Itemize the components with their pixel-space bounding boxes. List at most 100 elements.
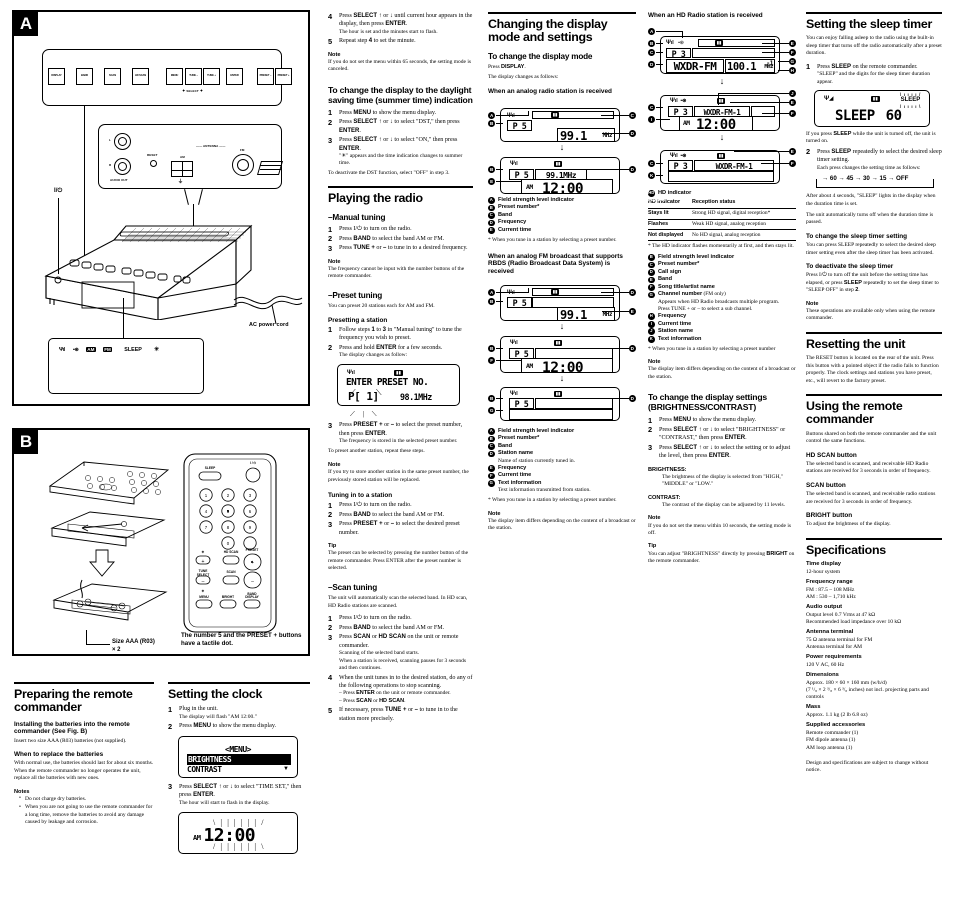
callout-d-rbds2: D [628,344,636,353]
button-tune-plus[interactable]: TUNE + [203,68,220,85]
tip-heading: Tip [648,543,657,550]
text-replace-batteries: With normal use, the batteries should la… [14,760,154,782]
list-item: 2 Press SELECT ↑ or ↓ to select "DST," th… [328,117,460,134]
callout-b2: B [488,165,496,174]
list-item: E Frequency [488,464,527,472]
heading-preparing-remote: Preparing the remote commander [14,687,133,715]
heading-installing-batteries: Installing the batteries into the remote… [14,720,130,736]
hd-legend: B Field strength level indicator C Preset … [648,254,796,343]
spec-value: AM loop antenna (1) [806,744,853,751]
list-item: 1 Press SLEEP on the remote commander. "S… [806,62,930,85]
button-preset-plus[interactable]: PRESET + [275,68,292,85]
specifications-list: Time display 12-hour system Frequency ra… [806,561,942,752]
button-band[interactable]: BAND [76,68,93,85]
column-5: Setting the sleep timer You can enjoy fa… [806,12,942,777]
note-text: If you try to store another station in t… [328,469,469,483]
list-item: 1 Press I/⏻ to turn on the radio. [328,500,412,510]
callout-line [496,301,503,302]
chain-arrow-icon: → [822,175,829,183]
list-item: B Preset number* [488,204,540,212]
list-item: 3 Press SELECT ↑ or ↓ to select the setti… [648,443,791,460]
hd-indicator-legend: HD indicator HD indicator [648,189,796,202]
remote-intro: Buttons shared on both the remote comman… [806,430,937,445]
field-strength-icon: Ψ◢ [824,94,834,102]
button-preset-minus[interactable]: PRESET – [257,68,274,85]
lcd-enter-preset: Ψıl ▮▮ ENTER PRESET NO. P[ 1] 98.1MHz ⟋ … [337,363,460,406]
list-item: 1 Press I/⏻ to turn on the radio. [328,224,412,234]
list-item: HD indicator HD indicator [648,189,692,202]
table-cell: Weak HD signal, analog reception [692,218,796,230]
button-enter[interactable]: ENTER [226,68,243,85]
chain-value: 60 [829,175,837,183]
callout-line [656,175,663,176]
heading-presetting-station: Presetting a station [328,316,388,324]
am-icon: AM [85,347,96,352]
spec-term: Time display [806,561,842,568]
am-terminal-divider2 [171,170,193,172]
scan-steps: 1 Press I/⏻ to turn on the radio. 2 Press … [328,614,473,723]
list-item: 2 Press and hold ENTER for a few seconds.… [328,343,443,359]
lcd-field-strength-icon: Ψıl ╺⊛ [670,97,687,104]
list-item: E Band [648,276,672,284]
battery-icon: ▮▮ [554,339,563,346]
button-display[interactable]: DISPLAY [48,68,65,85]
callout-a-rbds: A [488,288,496,297]
contrast-heading: CONTRAST: [648,494,681,501]
note-text: The display item differs depending on th… [648,366,796,380]
list-item: D Frequency [488,219,527,227]
list-item: D Station name Name of station currently … [488,450,575,464]
table-row: Stays lit Strong HD signal, digital rece… [648,207,796,219]
spec-value: Antenna terminal for AM [806,644,863,651]
callout-f-hd2: F [788,109,796,118]
fm-terminal-label: FM [240,148,245,152]
button-scan[interactable]: SCAN [104,68,121,85]
divider [488,12,636,14]
leader-power [58,198,59,274]
leader-battery-h [86,644,110,645]
table-cell: No HD signal, analog reception [692,229,796,242]
callout-line-e [496,181,521,183]
heading-analog-station: When an analog radio station is received [488,88,612,96]
analog-legend: A Field strength level indicator B Preset … [488,197,636,234]
sleep-label-flash: \ ı ı ı ı / SLEEP / ı ı ı ı \ [899,91,921,109]
list-item: E Current time [488,227,532,234]
figure-b-tag: B [14,430,38,454]
tuning-steps: 1 Press I/⏻ to turn on the radio. 2 Press … [328,501,473,537]
sleep-auto-off: The unit automatically turns off when th… [806,212,934,226]
note-text: The display item differs depending on th… [488,517,636,532]
lcd-field-strength-icon: Ψıl [510,339,518,346]
chain-value: 45 [846,175,854,183]
chain-value: OFF [896,175,909,183]
callout-line [496,348,503,349]
callout-b: B [488,119,496,128]
lcd-text-info-box [509,408,613,420]
lcd-menu-row-contrast: CONTRAST [187,764,222,774]
lcd-time-box: AM 12:00 [521,357,613,376]
svg-text:DISPLAY: DISPLAY [245,595,259,599]
flash-lines-icon-bottom: / | | | | | | \ [212,841,266,851]
lcd-freq-box: 100.1 -1 MHz [725,58,775,73]
callout-f-rbds2: F [488,356,496,365]
callout-b-hd: B [648,39,656,48]
fm-icon: FM [102,347,113,352]
reset-button[interactable] [150,160,157,167]
button-hd-scan[interactable]: HD SCAN [132,68,149,85]
svg-text:SCAN: SCAN [226,570,236,574]
spec-value: FM : 87.5 – 108 MHz [806,586,855,593]
text-scan-button: The selected band is scanned, and receiv… [806,491,936,505]
callout-line-a2 [528,110,529,116]
lcd-analog-1: Ψıl ▮▮ P 5 99.1 MHz [500,107,620,143]
spec-value: Recommended load impedance over 10 kΩ [806,619,902,626]
list-item: C Band [488,211,512,219]
lcd-sleep-value: 60 [885,107,902,124]
callout-line [730,102,789,103]
button-tune-minus[interactable]: TUNE – [185,68,202,85]
button-menu[interactable]: MENU [166,68,183,85]
note-heading: Note [328,51,341,58]
list-item: 5 Repeat step 4 to set the minute. [328,36,416,46]
list-item: 3 Press TUNE + or – to tune in to a desir… [328,243,468,253]
battery-icon: ▮▮ [715,40,724,47]
svg-text:–: – [251,579,254,585]
power-symbol: I/⏻ [54,188,63,194]
lcd-text-info-box [668,170,774,182]
